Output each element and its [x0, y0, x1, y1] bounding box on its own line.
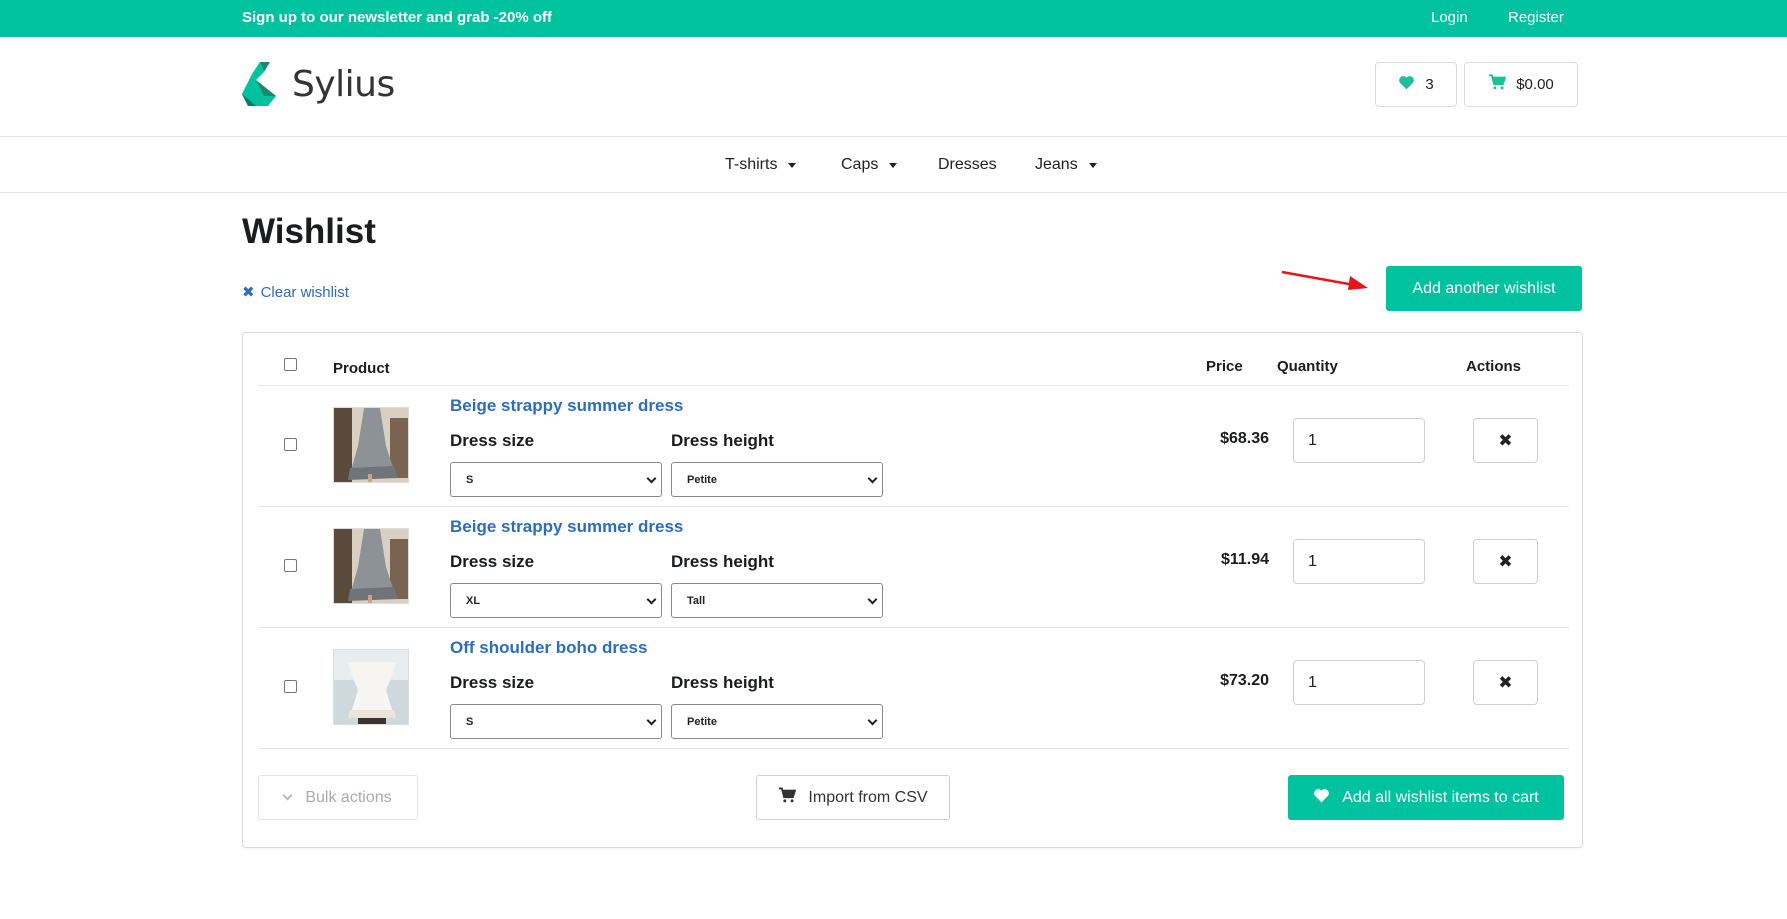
- size-value: S: [466, 715, 474, 728]
- height-select[interactable]: Petite: [671, 704, 883, 739]
- promo-bar: Sign up to our newsletter and grab -20% …: [0, 0, 1787, 37]
- caret-down-icon: [1088, 162, 1097, 168]
- product-price: $11.94: [1220, 551, 1269, 568]
- product-price: $68.36: [1220, 430, 1269, 447]
- size-label: Dress size: [450, 552, 535, 571]
- add-all-label: Add all wishlist items to cart: [1342, 788, 1539, 806]
- product-thumbnail[interactable]: [333, 407, 409, 483]
- page-title: Wishlist: [242, 212, 376, 251]
- product-name-link[interactable]: Off shoulder boho dress: [450, 638, 647, 658]
- row-checkbox[interactable]: [284, 680, 297, 693]
- size-select[interactable]: S: [450, 704, 662, 739]
- size-select[interactable]: S: [450, 462, 662, 497]
- close-icon: ✖: [242, 284, 255, 301]
- size-value: XL: [466, 594, 481, 607]
- size-label: Dress size: [450, 431, 535, 450]
- header-quantity: Quantity: [1277, 358, 1338, 375]
- annotation-arrow-icon: [1281, 270, 1368, 290]
- header-actions: Actions: [1466, 358, 1522, 375]
- nav-item-dresses[interactable]: Dresses: [938, 156, 997, 174]
- close-icon: ✖: [1498, 672, 1513, 692]
- nav-label: Dresses: [938, 156, 997, 173]
- size-label: Dress size: [450, 673, 535, 692]
- row-checkbox[interactable]: [284, 559, 297, 572]
- height-label: Dress height: [671, 673, 774, 692]
- wishlist-card: Product Price Quantity Actions Beige str…: [242, 332, 1583, 848]
- height-select[interactable]: Tall: [671, 583, 883, 618]
- cart-icon: [1488, 74, 1507, 95]
- bulk-actions-label: Bulk actions: [305, 788, 392, 806]
- product-thumbnail[interactable]: [333, 528, 409, 604]
- nav-label: T-shirts: [725, 156, 778, 173]
- heart-icon: [1398, 75, 1415, 95]
- quantity-input[interactable]: 1: [1293, 539, 1425, 584]
- heart-icon: [1313, 788, 1330, 808]
- product-name-link[interactable]: Beige strappy summer dress: [450, 517, 683, 537]
- product-price: $73.20: [1220, 672, 1269, 689]
- cart-total: $0.00: [1516, 76, 1554, 93]
- add-all-to-cart-button[interactable]: Add all wishlist items to cart: [1288, 775, 1564, 820]
- size-select[interactable]: XL: [450, 583, 662, 618]
- select-all-checkbox[interactable]: [284, 358, 297, 371]
- nav-label: Caps: [841, 156, 879, 173]
- row-checkbox[interactable]: [284, 438, 297, 451]
- product-name-link[interactable]: Beige strappy summer dress: [450, 396, 683, 416]
- caret-down-icon: [788, 162, 797, 168]
- close-icon: ✖: [1498, 430, 1513, 450]
- site-header: Sylius 3 $0.00: [0, 37, 1787, 137]
- nav-item-tshirts[interactable]: T-shirts: [725, 156, 797, 174]
- chevron-down-icon: [867, 594, 878, 605]
- header-product: Product: [333, 360, 390, 377]
- chevron-down-icon: [646, 715, 657, 726]
- import-csv-button[interactable]: Import from CSV: [756, 775, 950, 820]
- table-row: Beige strappy summer dress Dress size Dr…: [258, 385, 1569, 506]
- nav-item-caps[interactable]: Caps: [841, 156, 898, 174]
- nav-label: Jeans: [1035, 156, 1078, 173]
- login-link[interactable]: Login: [1431, 9, 1468, 26]
- quantity-input[interactable]: 1: [1293, 418, 1425, 463]
- caret-down-icon: [889, 162, 898, 168]
- chevron-down-icon: [867, 473, 878, 484]
- height-label: Dress height: [671, 552, 774, 571]
- product-thumbnail[interactable]: [333, 649, 409, 725]
- main-nav: T-shirts Caps Dresses Jeans: [0, 138, 1787, 193]
- height-value: Petite: [687, 715, 717, 728]
- quantity-input[interactable]: 1: [1293, 660, 1425, 705]
- sylius-logo[interactable]: Sylius: [242, 62, 402, 108]
- register-link[interactable]: Register: [1508, 9, 1564, 26]
- wishlist-header-button[interactable]: 3: [1375, 62, 1457, 107]
- size-value: S: [466, 473, 474, 486]
- newsletter-promo[interactable]: Sign up to our newsletter and grab -20% …: [242, 9, 552, 26]
- bulk-actions-dropdown[interactable]: Bulk actions: [258, 775, 418, 820]
- chevron-down-icon: [646, 594, 657, 605]
- nav-item-jeans[interactable]: Jeans: [1035, 156, 1097, 174]
- height-value: Petite: [687, 473, 717, 486]
- height-label: Dress height: [671, 431, 774, 450]
- chevron-down-icon: [282, 790, 293, 801]
- close-icon: ✖: [1498, 551, 1513, 571]
- height-select[interactable]: Petite: [671, 462, 883, 497]
- clear-wishlist-link[interactable]: ✖ Clear wishlist: [242, 283, 349, 302]
- clear-wishlist-label: Clear wishlist: [260, 283, 349, 301]
- chevron-down-icon: [867, 715, 878, 726]
- table-row: Beige strappy summer dress Dress size Dr…: [258, 506, 1569, 627]
- height-value: Tall: [687, 594, 706, 607]
- table-row: Off shoulder boho dress Dress size Dress…: [258, 627, 1569, 748]
- swan-logo-icon: [242, 62, 276, 106]
- remove-item-button[interactable]: ✖: [1473, 539, 1538, 584]
- remove-item-button[interactable]: ✖: [1473, 418, 1538, 463]
- logo-text: Sylius: [292, 64, 395, 105]
- table-divider: [258, 748, 1569, 749]
- header-price: Price: [1206, 358, 1243, 375]
- cart-icon: [778, 787, 797, 808]
- remove-item-button[interactable]: ✖: [1473, 660, 1538, 705]
- wishlist-count: 3: [1425, 76, 1434, 93]
- import-csv-label: Import from CSV: [808, 788, 928, 806]
- cart-header-button[interactable]: $0.00: [1464, 62, 1578, 107]
- chevron-down-icon: [646, 473, 657, 484]
- add-another-wishlist-button[interactable]: Add another wishlist: [1386, 266, 1582, 311]
